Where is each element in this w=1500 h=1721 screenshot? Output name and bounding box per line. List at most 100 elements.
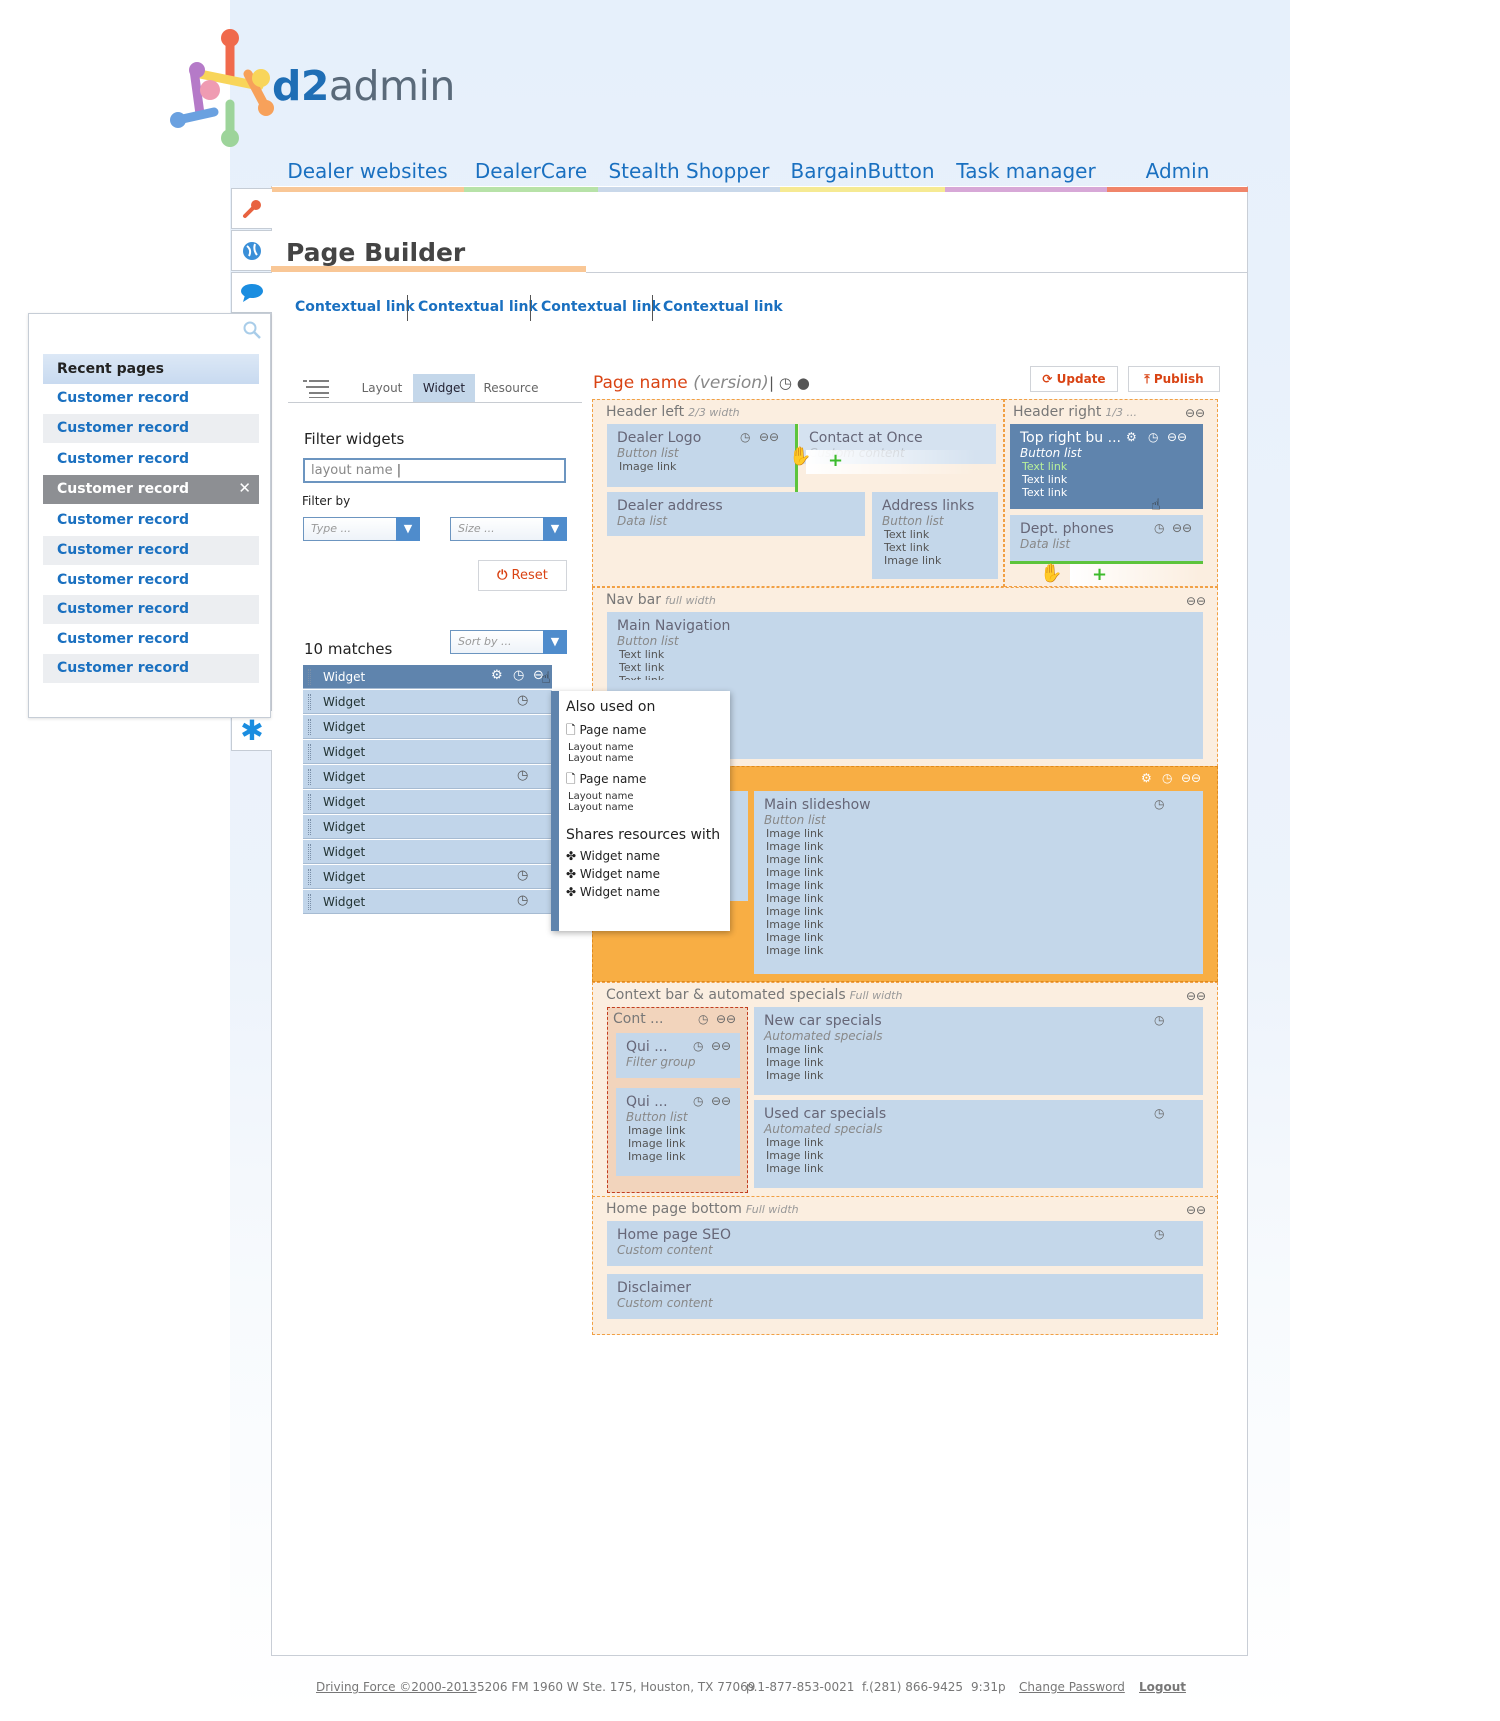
tab-layout[interactable]: Layout bbox=[352, 374, 412, 403]
link-icon[interactable]: ⊖⊖ bbox=[711, 1039, 731, 1053]
link-icon[interactable]: ⊖⊖ bbox=[716, 1012, 736, 1026]
recent-page-item[interactable]: Customer record bbox=[43, 414, 259, 443]
contextual-link[interactable]: Contextual link bbox=[541, 299, 661, 315]
clock-icon[interactable]: ◷ bbox=[517, 868, 528, 883]
clock-icon[interactable]: ◷ bbox=[1154, 1106, 1164, 1120]
drag-handle[interactable] bbox=[308, 844, 311, 860]
type-select[interactable]: Type ... ▼ bbox=[303, 517, 420, 541]
link-icon[interactable]: ⊖⊖ bbox=[1186, 989, 1206, 1003]
clock-icon[interactable]: ◷ bbox=[1162, 771, 1172, 785]
clock-icon[interactable]: ◷ bbox=[693, 1094, 703, 1108]
contextual-link[interactable]: Contextual link bbox=[418, 299, 538, 315]
link-icon[interactable]: ⊖⊖ bbox=[759, 430, 779, 444]
nav-task-manager[interactable]: Task manager bbox=[945, 156, 1107, 192]
clock-icon[interactable]: ◷ bbox=[1154, 797, 1164, 811]
drag-handle[interactable] bbox=[308, 819, 311, 835]
tab-widget[interactable]: Widget bbox=[413, 374, 475, 403]
drag-handle[interactable] bbox=[308, 794, 311, 810]
size-select[interactable]: Size ... ▼ bbox=[450, 517, 567, 541]
sort-select[interactable]: Sort by ... ▼ bbox=[450, 630, 567, 654]
recent-page-item[interactable]: Customer record bbox=[43, 625, 259, 654]
clock-icon[interactable]: ◷ bbox=[517, 893, 528, 908]
reset-button[interactable]: ⏻ Reset bbox=[478, 560, 567, 591]
clock-icon[interactable]: ◷ bbox=[517, 768, 528, 783]
widget-address-links[interactable]: Address links Button list Text link Text li… bbox=[872, 492, 998, 579]
widget-list-item[interactable]: Widget bbox=[303, 715, 552, 739]
widget-list-item[interactable]: Widget bbox=[303, 740, 552, 764]
widget-list-item[interactable]: Widget bbox=[303, 815, 552, 839]
drag-handle[interactable] bbox=[308, 769, 311, 785]
link-icon[interactable]: ⊖⊖ bbox=[1186, 1203, 1206, 1217]
clock-icon[interactable]: ◷ bbox=[1154, 1013, 1164, 1027]
change-password-link[interactable]: Change Password bbox=[1019, 1680, 1125, 1694]
widget-main-slideshow[interactable]: Main slideshow Button list Image link Imag… bbox=[754, 791, 1203, 974]
popup-page-link[interactable]: 🗋 Page name bbox=[566, 721, 723, 742]
sidetab-globe[interactable] bbox=[231, 230, 272, 271]
contextual-link[interactable]: Contextual link bbox=[295, 299, 415, 315]
widget-dealer-address[interactable]: Dealer address Data list bbox=[607, 492, 865, 536]
link-icon[interactable]: ⊖⊖ bbox=[1181, 771, 1201, 785]
publish-button[interactable]: ⤒ Publish bbox=[1128, 366, 1220, 392]
sidetab-tools[interactable] bbox=[231, 188, 272, 229]
widget-home-page-seo[interactable]: Home page SEO Custom content ◷ bbox=[607, 1221, 1203, 1266]
widget-top-right-buttons[interactable]: Top right bu ... Button list Text link Text… bbox=[1010, 424, 1203, 509]
plus-icon[interactable]: + bbox=[828, 450, 843, 471]
layout-name[interactable]: Layout name bbox=[568, 791, 723, 802]
layout-name[interactable]: Layout name bbox=[568, 753, 723, 764]
popup-page-link[interactable]: 🗋 Page name bbox=[566, 770, 723, 791]
widget-list-item[interactable]: Widget ⚙ ◷ ⊖ bbox=[303, 665, 552, 689]
widget-list-item[interactable]: Widget bbox=[303, 790, 552, 814]
clock-icon[interactable]: ◷ bbox=[1154, 521, 1164, 535]
search-input[interactable]: layout name | bbox=[303, 458, 566, 483]
widget-list-item[interactable]: Widget ◷ bbox=[303, 690, 552, 714]
drag-handle[interactable] bbox=[308, 719, 311, 735]
widget-qui-filter[interactable]: Qui ... Filter group ◷ ⊖⊖ bbox=[616, 1033, 740, 1078]
link-icon[interactable]: ⊖⊖ bbox=[711, 1094, 731, 1108]
link-icon[interactable]: ⊖⊖ bbox=[1167, 430, 1187, 444]
widget-list-item[interactable]: Widget ◷ bbox=[303, 890, 552, 914]
recent-page-item-selected[interactable]: Customer record ✕ bbox=[43, 475, 259, 504]
recent-page-item[interactable]: Customer record bbox=[43, 445, 259, 474]
clock-icon[interactable]: ◷ bbox=[740, 430, 750, 444]
gear-icon[interactable]: ⚙ bbox=[1141, 771, 1152, 785]
clock-icon[interactable]: ◷ bbox=[693, 1039, 703, 1053]
footer-copyright[interactable]: Driving Force ©2000-2013 bbox=[316, 1680, 477, 1694]
popup-widget-link[interactable]: ✤ Widget name bbox=[566, 883, 723, 901]
link-icon[interactable]: ⊖⊖ bbox=[1185, 406, 1205, 420]
tab-resource[interactable]: Resource bbox=[476, 374, 546, 403]
close-icon[interactable]: ✕ bbox=[238, 479, 251, 497]
gear-icon[interactable]: ⚙ bbox=[491, 668, 503, 683]
sidetab-chat[interactable] bbox=[231, 272, 272, 313]
popup-widget-link[interactable]: ✤ Widget name bbox=[566, 865, 723, 883]
list-menu-icon[interactable] bbox=[303, 378, 329, 398]
drag-handle[interactable] bbox=[308, 869, 311, 885]
clock-icon[interactable]: ◷ bbox=[779, 374, 792, 392]
clock-icon[interactable]: ◷ bbox=[698, 1012, 708, 1026]
widget-disclaimer[interactable]: Disclaimer Custom content bbox=[607, 1274, 1203, 1319]
drag-handle[interactable] bbox=[308, 744, 311, 760]
recent-page-item[interactable]: Customer record bbox=[43, 566, 259, 595]
widget-new-car-specials[interactable]: New car specials Automated specials Image … bbox=[754, 1007, 1203, 1095]
clock-icon[interactable]: ◷ bbox=[513, 668, 524, 683]
clock-icon[interactable]: ◷ bbox=[517, 693, 528, 708]
drag-handle[interactable] bbox=[308, 669, 311, 685]
nav-admin[interactable]: Admin bbox=[1107, 156, 1248, 192]
widget-list-item[interactable]: Widget ◷ bbox=[303, 765, 552, 789]
contextual-link[interactable]: Contextual link bbox=[663, 299, 783, 315]
recent-page-item[interactable]: Customer record bbox=[43, 595, 259, 624]
widget-qui-buttons[interactable]: Qui ... Button list Image link Image link Im… bbox=[616, 1088, 740, 1176]
drag-handle[interactable] bbox=[308, 894, 311, 910]
clock-icon[interactable]: ◷ bbox=[1154, 1227, 1164, 1241]
gear-icon[interactable]: ⚙ bbox=[1126, 430, 1137, 444]
popup-widget-link[interactable]: ✤ Widget name bbox=[566, 847, 723, 865]
search-icon[interactable] bbox=[242, 320, 262, 340]
widget-dept-phones[interactable]: Dept. phones Data list ◷ ⊖⊖ bbox=[1010, 515, 1203, 561]
link-icon[interactable]: ⊖⊖ bbox=[1186, 594, 1206, 608]
recent-page-item[interactable]: Customer record bbox=[43, 536, 259, 565]
nav-dealercare[interactable]: DealerCare bbox=[464, 156, 598, 192]
link-icon[interactable]: ⊖⊖ bbox=[1172, 521, 1192, 535]
globe-icon[interactable]: ● bbox=[797, 374, 810, 392]
widget-list-item[interactable]: Widget ◷ bbox=[303, 865, 552, 889]
nav-dealer-websites[interactable]: Dealer websites bbox=[271, 156, 464, 192]
drag-handle[interactable] bbox=[308, 694, 311, 710]
